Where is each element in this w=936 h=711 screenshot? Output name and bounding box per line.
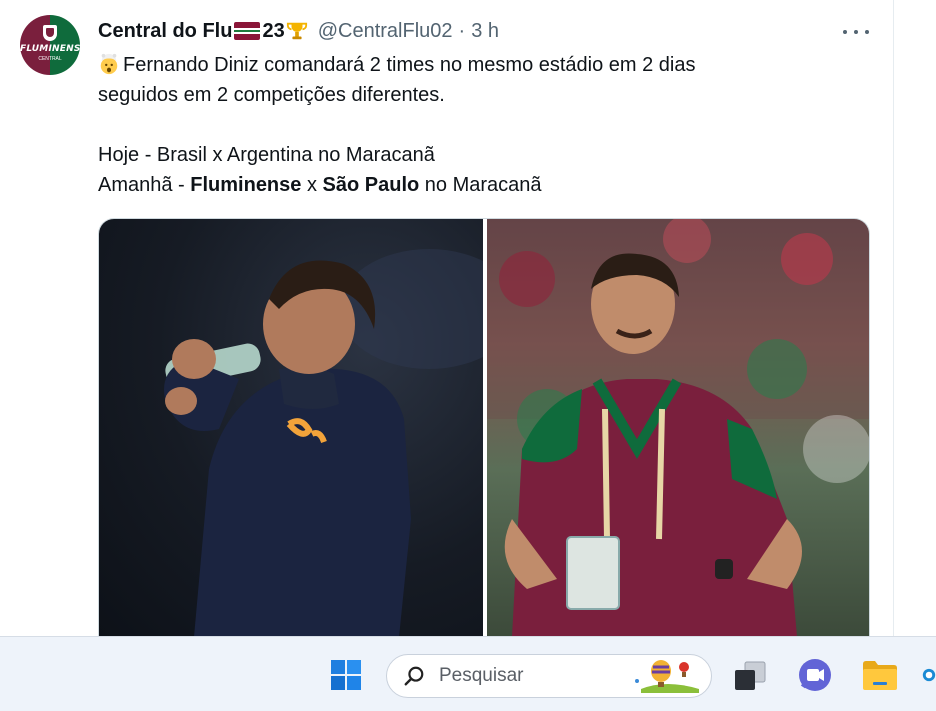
edge-glyph-icon bbox=[922, 668, 936, 682]
teams-chat-glyph-icon bbox=[799, 659, 831, 691]
more-dot bbox=[843, 30, 847, 34]
taskbar-search-box[interactable]: Pesquisar bbox=[386, 654, 712, 698]
tweet[interactable]: FLUMINENSE CENTRAL Central do Flu 23 @Ce… bbox=[0, 0, 893, 636]
edge-browser-icon[interactable] bbox=[922, 656, 936, 694]
tweet-text-line1: Fernando Diniz comandará 2 times no mesm… bbox=[123, 54, 696, 76]
folder-icon bbox=[863, 661, 897, 690]
teams-chat-icon[interactable] bbox=[796, 656, 834, 694]
windows-taskbar: Pesquisar bbox=[0, 636, 936, 711]
amanha-prefix: Amanhã - bbox=[98, 174, 191, 196]
avatar-subtext: CENTRAL bbox=[38, 56, 62, 62]
more-options-icon[interactable] bbox=[843, 22, 869, 42]
coach-fluminense-illustration bbox=[487, 219, 869, 636]
coach-drinking-illustration bbox=[164, 249, 483, 636]
tweet-text-line2: seguidos em 2 competições diferentes. bbox=[98, 84, 445, 106]
task-view-glyph-icon bbox=[735, 661, 766, 690]
user-handle[interactable]: @CentralFlu02 bbox=[318, 20, 453, 43]
file-explorer-icon[interactable] bbox=[861, 656, 899, 694]
coach-drinking-photo[interactable] bbox=[99, 219, 483, 636]
tweet-text-amanha: Amanhã - Fluminense x São Paulo no Marac… bbox=[98, 170, 858, 200]
amanha-suffix: no Maracanã bbox=[419, 174, 542, 196]
tweet-timestamp[interactable]: 3 h bbox=[471, 20, 499, 43]
windows-start-icon[interactable] bbox=[327, 656, 365, 694]
header-separator: · bbox=[458, 19, 466, 42]
screen: FLUMINENSE CENTRAL Central do Flu 23 @Ce… bbox=[0, 0, 936, 711]
avatar-text: FLUMINENSE bbox=[20, 44, 80, 54]
search-highlight-balloon-icon bbox=[635, 660, 699, 693]
tweet-media[interactable] bbox=[98, 218, 870, 636]
tweet-header: Central do Flu 23 @CentralFlu02 · 3 h bbox=[98, 18, 499, 44]
club-crest-icon bbox=[43, 25, 57, 41]
more-dot bbox=[854, 30, 858, 34]
display-name[interactable]: Central do Flu bbox=[98, 20, 232, 43]
team-sao-paulo: São Paulo bbox=[322, 174, 420, 196]
search-icon bbox=[404, 666, 424, 686]
trophy-icon bbox=[286, 22, 307, 40]
more-dot bbox=[865, 30, 869, 34]
search-placeholder: Pesquisar bbox=[439, 665, 524, 686]
amanha-x: x bbox=[301, 174, 323, 196]
avatar[interactable]: FLUMINENSE CENTRAL bbox=[20, 15, 80, 75]
windows-logo-icon bbox=[331, 660, 361, 690]
flag-icon bbox=[234, 22, 261, 40]
team-fluminense: Fluminense bbox=[190, 174, 302, 196]
tweet-text: Fernando Diniz comandará 2 times no mesm… bbox=[98, 50, 858, 200]
timeline-border bbox=[893, 0, 894, 636]
exploding-head-emoji bbox=[100, 53, 118, 75]
task-view-icon[interactable] bbox=[731, 656, 769, 694]
tweet-text-hoje: Hoje - Brasil x Argentina no Maracanã bbox=[98, 144, 435, 166]
display-name-number[interactable]: 23 bbox=[262, 20, 284, 43]
tweet-text-line: Fernando Diniz comandará 2 times no mesm… bbox=[98, 50, 858, 80]
coach-fluminense-photo[interactable] bbox=[487, 219, 869, 636]
